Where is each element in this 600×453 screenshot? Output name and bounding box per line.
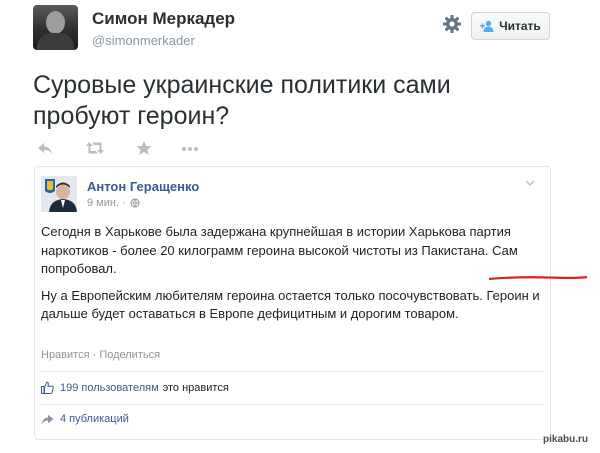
shares-count[interactable]: 4 публикаций bbox=[60, 413, 129, 425]
author-avatar[interactable] bbox=[33, 5, 78, 50]
divider bbox=[41, 404, 544, 405]
watermark: pikabu.ru bbox=[543, 434, 589, 445]
post-paragraph-1-text: Сегодня в Харькове была задержана крупне… bbox=[41, 224, 511, 258]
reply-icon[interactable] bbox=[36, 140, 54, 156]
author-handle[interactable]: @simonmerkader bbox=[92, 33, 195, 48]
likes-row[interactable]: 199 пользователям это нравится bbox=[41, 381, 229, 394]
chevron-down-icon[interactable] bbox=[525, 179, 535, 187]
embedded-post[interactable]: Антон Геращенко 9 мин. · Сегодня в Харьк… bbox=[34, 166, 588, 440]
follow-label: Читать bbox=[499, 19, 541, 33]
post-author-name[interactable]: Антон Геращенко bbox=[87, 179, 199, 194]
post-author-avatar[interactable] bbox=[41, 176, 77, 212]
likes-count[interactable]: 199 пользователям bbox=[60, 382, 159, 394]
post-paragraph-1: Сегодня в Харькове была задержана крупне… bbox=[41, 223, 588, 281]
favorite-icon[interactable] bbox=[135, 140, 153, 156]
author-name[interactable]: Симон Меркадер bbox=[92, 9, 235, 29]
tweet-text: Суровые украинские политики сами пробуют… bbox=[33, 71, 451, 130]
post-paragraph-2: Ну а Европейским любителям героина остае… bbox=[41, 287, 540, 322]
like-share-links[interactable]: Нравится · Поделиться bbox=[41, 349, 160, 361]
more-icon[interactable] bbox=[181, 140, 199, 156]
post-body: Сегодня в Харькове была задержана крупне… bbox=[41, 223, 588, 332]
shares-row[interactable]: 4 публикаций bbox=[41, 413, 129, 425]
post-time[interactable]: 9 мин. · bbox=[87, 197, 140, 209]
thumbs-up-icon bbox=[41, 381, 54, 394]
gear-icon[interactable] bbox=[442, 14, 462, 34]
follow-button[interactable]: Читать bbox=[471, 12, 550, 40]
retweet-icon[interactable] bbox=[85, 140, 105, 156]
add-user-icon bbox=[480, 20, 494, 32]
post-author-avatar-image bbox=[41, 176, 77, 212]
post-time-text: 9 мин. · bbox=[87, 197, 126, 209]
globe-icon bbox=[130, 198, 140, 208]
likes-suffix: это нравится bbox=[162, 381, 229, 394]
share-icon bbox=[41, 414, 54, 424]
red-underline bbox=[488, 275, 588, 281]
divider bbox=[41, 371, 544, 372]
